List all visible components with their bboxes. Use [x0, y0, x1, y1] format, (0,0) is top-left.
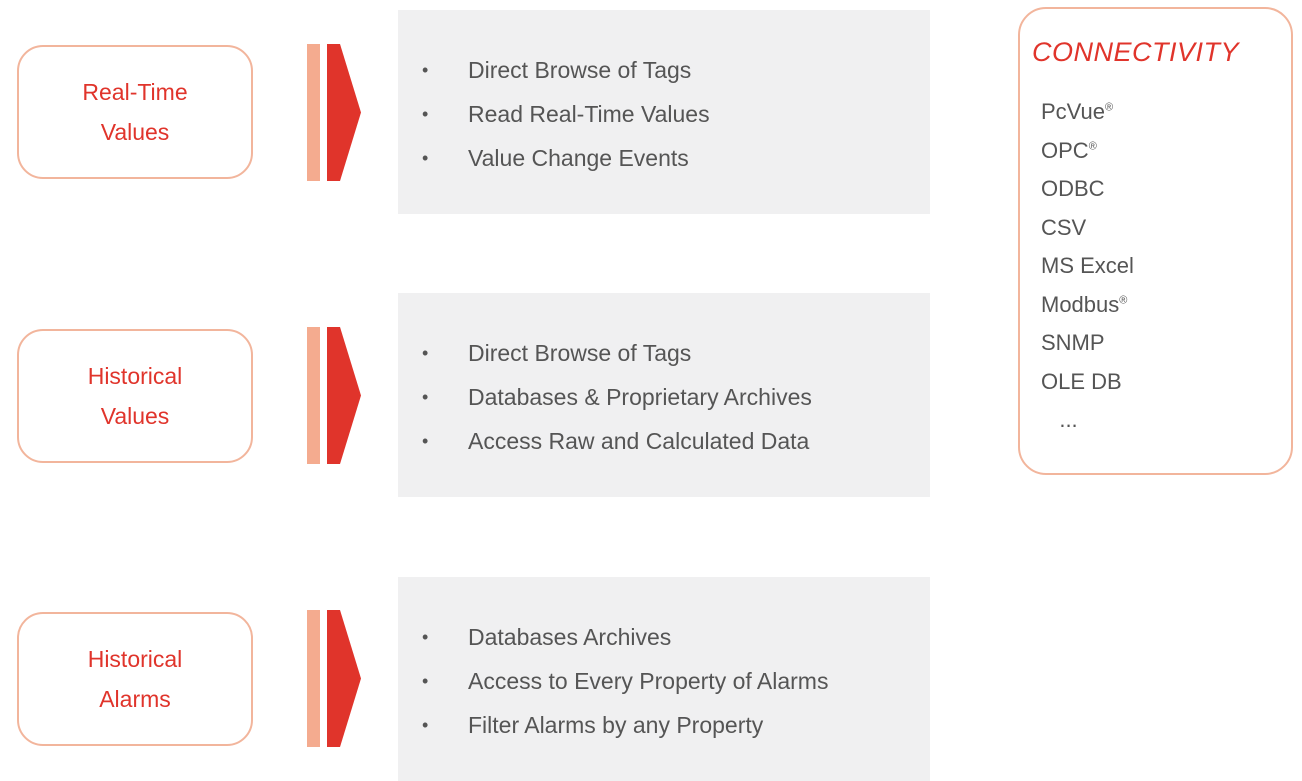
list-item: • Direct Browse of Tags: [422, 48, 710, 92]
item-text: Access Raw and Calculated Data: [468, 427, 810, 454]
connectivity-item-name: SNMP: [1041, 330, 1105, 355]
connectivity-item: MS Excel: [1041, 253, 1134, 292]
list-item: • Value Change Events: [422, 136, 710, 180]
registered-mark: ®: [1119, 294, 1128, 307]
item-text: Filter Alarms by any Property: [468, 711, 764, 738]
list-item: • Access Raw and Calculated Data: [422, 419, 812, 463]
category-line-2: Alarms: [99, 686, 171, 712]
registered-mark: ®: [1088, 140, 1097, 153]
connectivity-item: Modbus®: [1041, 292, 1134, 331]
connectivity-title: CONNECTIVITY: [1032, 37, 1240, 67]
connectivity-item-name: Modbus: [1041, 291, 1120, 317]
category-line-1: Historical: [87, 646, 183, 672]
feature-panel-historical-alarms: • Databases Archives • Access to Every Pro…: [398, 577, 930, 781]
arrow-right-icon: [307, 327, 361, 464]
item-text: Access to Every Property of Alarms: [468, 667, 829, 694]
category-line-2: Values: [100, 403, 170, 429]
item-text: Direct Browse of Tags: [468, 339, 692, 366]
connectivity-item: CSV: [1041, 215, 1134, 254]
list-item: • Direct Browse of Tags: [422, 331, 812, 375]
item-text: Value Change Events: [468, 144, 689, 171]
category-box-historical-values: Historical Values: [17, 329, 253, 463]
connectivity-item-name: PcVue: [1041, 99, 1106, 124]
connectivity-item-name: MS Excel: [1041, 253, 1134, 278]
feature-panel-real-time-values: • Direct Browse of Tags • Read Real-Time V…: [398, 10, 930, 214]
category-line-1: Real-Time: [82, 79, 188, 105]
connectivity-list: PcVue® OPC® ODBC CSV MS Excel Modbus® SN…: [1041, 99, 1134, 446]
connectivity-item: ...: [1041, 407, 1134, 446]
category-box-real-time-values: Real-Time Values: [17, 45, 253, 179]
connectivity-item: OPC®: [1041, 138, 1134, 177]
connectivity-box: CONNECTIVITY PcVue® OPC® ODBC CSV MS Exc…: [1018, 7, 1293, 475]
connectivity-item: ODBC: [1041, 176, 1134, 215]
connectivity-item: PcVue®: [1041, 99, 1134, 138]
category-line-2: Values: [100, 119, 170, 145]
bullet: •: [422, 342, 429, 363]
item-text: Databases & Proprietary Archives: [468, 383, 812, 410]
list-item: • Filter Alarms by any Property: [422, 703, 828, 747]
bullet: •: [422, 147, 429, 168]
connectivity-item-name: ODBC: [1041, 176, 1105, 201]
bullet: •: [422, 59, 429, 80]
feature-panel-historical-values: • Direct Browse of Tags • Databases & Prop…: [398, 293, 930, 497]
item-text: Read Real-Time Values: [468, 100, 710, 127]
list-item: • Access to Every Property of Alarms: [422, 659, 828, 703]
connectivity-item: SNMP: [1041, 330, 1134, 369]
bullet: •: [422, 670, 429, 691]
bullet: •: [422, 430, 429, 451]
connectivity-item-name: OPC: [1041, 137, 1089, 163]
bullet: •: [422, 386, 429, 407]
connectivity-item: OLE DB: [1041, 369, 1134, 408]
arrow-right-icon: [307, 610, 361, 747]
bullet: •: [422, 626, 429, 647]
category-line-1: Historical: [87, 363, 183, 389]
connectivity-item-name: OLE DB: [1041, 368, 1122, 394]
connectivity-item-name: CSV: [1041, 214, 1087, 240]
list-item: • Databases Archives: [422, 615, 828, 659]
bullet: •: [422, 103, 429, 124]
category-box-historical-alarms: Historical Alarms: [17, 612, 253, 746]
arrow-right-icon: [307, 44, 361, 181]
connectivity-item-name: ...: [1041, 407, 1078, 432]
list-item: • Read Real-Time Values: [422, 92, 710, 136]
item-text: Databases Archives: [468, 623, 672, 650]
registered-mark: ®: [1105, 101, 1114, 114]
item-text: Direct Browse of Tags: [468, 56, 692, 83]
bullet: •: [422, 714, 429, 735]
list-item: • Databases & Proprietary Archives: [422, 375, 812, 419]
